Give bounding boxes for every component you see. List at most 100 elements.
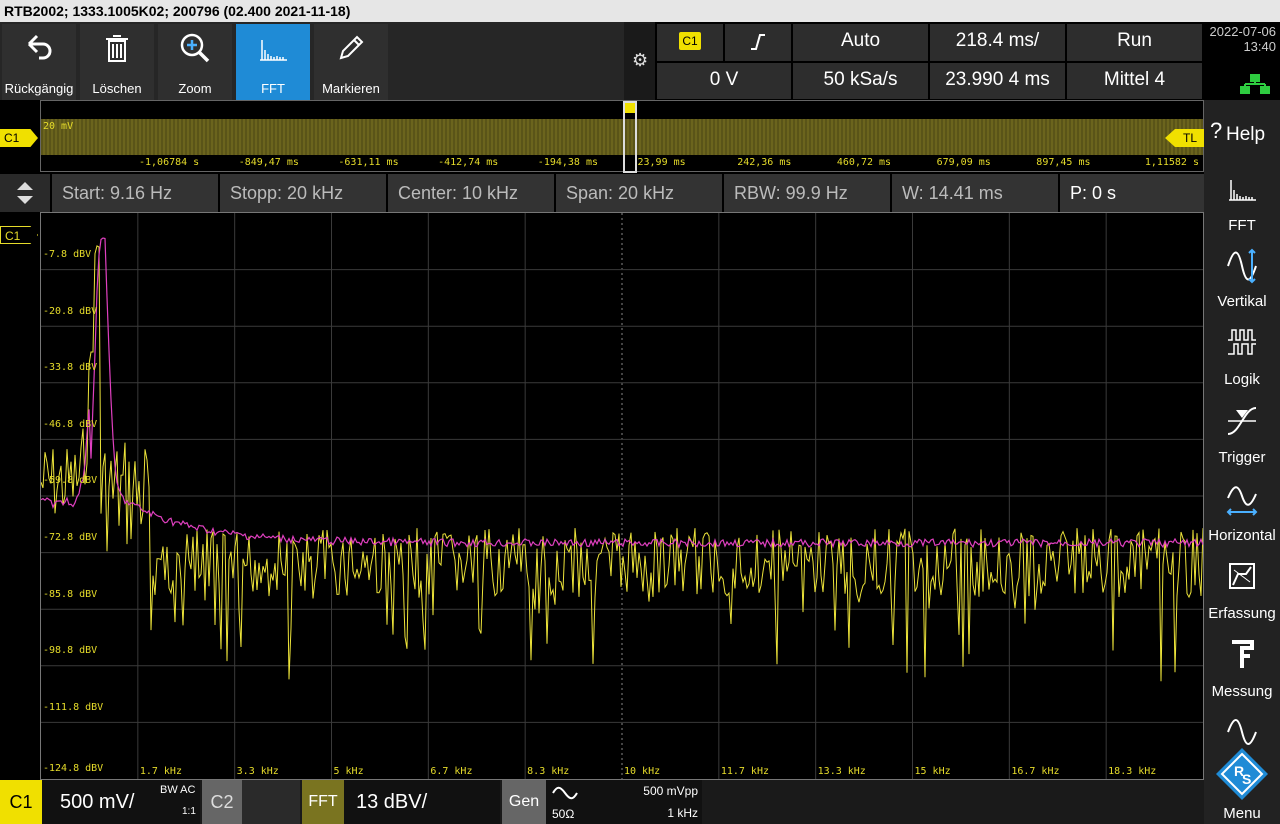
fft-info-bar: Start: 9.16 Hz Stopp: 20 kHz Center: 10 … (0, 174, 1204, 212)
datetime: 2022-07-06 13:40 (1204, 24, 1280, 54)
x-axis-label: 11.7 kHz (720, 766, 769, 777)
sidebar-logic-label: Logik (1224, 371, 1260, 388)
sidebar-vertical-button[interactable]: Vertikal (1204, 242, 1280, 312)
sidebar-measure-button[interactable]: Messung (1204, 632, 1280, 702)
c1-channel-button[interactable]: C1 (0, 780, 42, 824)
horizontal-position[interactable]: 23.990 4 ms (930, 63, 1065, 99)
fft-stop[interactable]: Stopp: 20 kHz (218, 174, 386, 212)
spectrum-canvas (41, 213, 1203, 779)
fft-center[interactable]: Center: 10 kHz (386, 174, 554, 212)
y-axis-label: -59.8 dBV (43, 475, 98, 487)
trigger-mode[interactable]: Auto (793, 24, 928, 61)
fft-start[interactable]: Start: 9.16 Hz (50, 174, 218, 212)
waveform-overview[interactable]: 20 mV TL -1,06784 s -849,47 ms -631,11 ms -… (40, 100, 1205, 173)
undo-icon (27, 34, 52, 60)
info-bar-toggle[interactable] (0, 174, 50, 212)
help-button[interactable]: ? Help (1204, 108, 1280, 158)
sample-rate[interactable]: 50 kSa/s (793, 63, 928, 99)
help-label: Help (1226, 124, 1266, 145)
sidebar-fft-button[interactable]: FFT (1204, 166, 1280, 236)
overview-tick-label: -849,47 ms (238, 157, 299, 168)
overview-tick-label: 897,45 ms (1036, 157, 1091, 168)
annotate-label: Markieren (322, 81, 380, 96)
x-axis-label: 5 kHz (333, 766, 364, 777)
overview-tick-label: -412,74 ms (438, 157, 499, 168)
svg-text:S: S (1242, 771, 1251, 787)
c2-channel-button[interactable]: C2 (202, 780, 242, 824)
logic-icon (1228, 329, 1256, 355)
zoom-button[interactable]: Zoom (158, 24, 232, 100)
up-down-arrows-icon (17, 182, 33, 204)
overview-waveform-band (41, 119, 1203, 155)
overview-tick-label: -631,11 ms (338, 157, 399, 168)
overview-channel-marker[interactable]: C1 (0, 129, 38, 147)
sidebar-acquisition-button[interactable]: Erfassung (1204, 554, 1280, 624)
plot-channel-marker[interactable]: C1 (0, 226, 38, 244)
c1-probe-ratio: 1:1 (182, 806, 196, 817)
channel-bar: C1 500 mV/ BW AC 1:1 C2 FFT 13 dBV/ Gen … (0, 780, 1204, 824)
c2-settings[interactable] (242, 780, 300, 824)
trigger-slope[interactable] (725, 24, 791, 61)
rising-edge-icon (751, 34, 765, 50)
acquisition-icon (1229, 563, 1255, 589)
overview-tick-label: 679,09 ms (936, 157, 991, 168)
delete-button[interactable]: Löschen (80, 24, 154, 100)
trigger-icon (1227, 407, 1257, 435)
generator-button[interactable]: Gen (502, 780, 546, 824)
y-axis-label: -72.8 dBV (43, 532, 98, 543)
y-axis-label: -33.8 dBV (43, 362, 98, 374)
sine-icon (1227, 248, 1257, 284)
y-axis-label: -7.8 dBV (43, 249, 92, 260)
fft-position[interactable]: P: 0 s (1058, 174, 1204, 212)
timebase[interactable]: 218.4 ms/ (930, 24, 1065, 61)
settings-gear-button[interactable]: ⚙ (624, 22, 655, 100)
overview-tick-label: 460,72 ms (836, 157, 892, 168)
y-axis-label: -20.8 dBV (43, 305, 98, 317)
x-axis-label: 3.3 kHz (236, 766, 279, 777)
fft-rbw[interactable]: RBW: 99.9 Hz (722, 174, 890, 212)
horizontal-icon (1226, 486, 1258, 516)
overview-scale-label: 20 mV (43, 121, 74, 132)
fft-button[interactable]: FFT (236, 24, 310, 100)
c1-settings[interactable]: 500 mV/ BW AC 1:1 (42, 780, 200, 824)
acquisition-mode[interactable]: Mittel 4 (1067, 63, 1202, 99)
fft-label: FFT (261, 81, 285, 96)
sidebar-horizontal-label: Horizontal (1208, 527, 1276, 544)
sidebar-horizontal-button[interactable]: Horizontal (1204, 476, 1280, 546)
fft-spectrum-plot[interactable]: -7.8 dBV -20.8 dBV -33.8 dBV -46.8 dBV -59.8… (40, 212, 1204, 780)
trigger-position-marker (625, 103, 635, 113)
fft-window-length[interactable]: W: 14.41 ms (890, 174, 1058, 212)
generator-settings[interactable]: 50Ω 500 mVpp 1 kHz (546, 780, 702, 824)
trigger-source[interactable]: C1 (657, 24, 723, 61)
window-title: RTB2002; 1333.1005K02; 200796 (02.400 20… (0, 0, 1280, 22)
x-axis-label: 15 kHz (914, 766, 951, 777)
undo-button[interactable]: Rückgängig (2, 24, 76, 100)
measure-icon (1232, 640, 1254, 668)
overview-tick-label: 1,11582 s (1144, 157, 1199, 168)
generator-frequency: 1 kHz (667, 806, 698, 820)
fft-channel-button[interactable]: FFT (302, 780, 344, 824)
sidebar-logic-button[interactable]: Logik (1204, 320, 1280, 390)
run-state[interactable]: Run (1067, 24, 1202, 61)
y-axis-label: -46.8 dBV (43, 418, 98, 430)
sidebar-menu-label: Menu (1223, 805, 1261, 822)
delete-label: Löschen (92, 81, 142, 96)
date-text: 2022-07-06 (1209, 24, 1277, 39)
fft-scale[interactable]: 13 dBV/ (344, 780, 500, 824)
y-axis-label: -124.8 dBV (43, 763, 104, 774)
trigger-level[interactable]: 0 V (657, 63, 791, 99)
sidebar-menu-button[interactable]: RS Menu (1204, 710, 1280, 824)
sidebar-trigger-button[interactable]: Trigger (1204, 398, 1280, 468)
right-sidebar: ? Help FFT Vertikal Logik Trigger Horizo… (1204, 100, 1280, 824)
sidebar-fft-label: FFT (1228, 217, 1256, 234)
time-text: 13:40 (1243, 39, 1276, 54)
sidebar-acquisition-label: Erfassung (1208, 605, 1276, 622)
overview-tick-label: -1,06784 s (139, 157, 200, 168)
x-axis-label: 13.3 kHz (817, 766, 866, 777)
overview-tick-label: -194,38 ms (537, 157, 599, 168)
y-axis-label: -85.8 dBV (43, 588, 98, 600)
annotate-button[interactable]: Markieren (314, 24, 388, 100)
generator-impedance: 50Ω (552, 807, 575, 821)
fft-span[interactable]: Span: 20 kHz (554, 174, 722, 212)
x-axis-label: 6.7 kHz (430, 766, 473, 777)
